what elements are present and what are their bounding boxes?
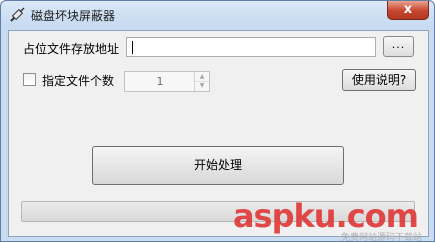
spin-down-icon[interactable]: ▼ — [195, 81, 209, 90]
browse-button[interactable]: ... — [383, 36, 414, 57]
text-caret — [132, 41, 133, 54]
file-count-label[interactable]: 指定文件个数 — [42, 72, 114, 89]
title-bar[interactable]: 磁盘坏块屏蔽器 x — [1, 1, 434, 29]
close-button[interactable]: x — [387, 1, 429, 20]
file-count-checkbox[interactable] — [23, 73, 36, 86]
path-input[interactable] — [126, 37, 376, 57]
watermark-subtext: 免费网站源码下载站 — [340, 233, 422, 243]
path-label: 占位文件存放地址 — [23, 42, 120, 56]
window-title: 磁盘坏块屏蔽器 — [31, 9, 116, 23]
help-button[interactable]: 使用说明? — [342, 69, 416, 91]
app-window: 磁盘坏块屏蔽器 x 占位文件存放地址 ... 指定文件个数 1 ▲ ▼ 使用说明… — [0, 0, 435, 243]
file-count-spinbox[interactable]: 1 ▲ ▼ — [124, 71, 210, 92]
file-count-value: 1 — [156, 75, 164, 88]
start-button[interactable]: 开始处理 — [92, 146, 344, 185]
spin-buttons: ▲ ▼ — [194, 72, 209, 91]
syringe-icon — [10, 7, 25, 22]
